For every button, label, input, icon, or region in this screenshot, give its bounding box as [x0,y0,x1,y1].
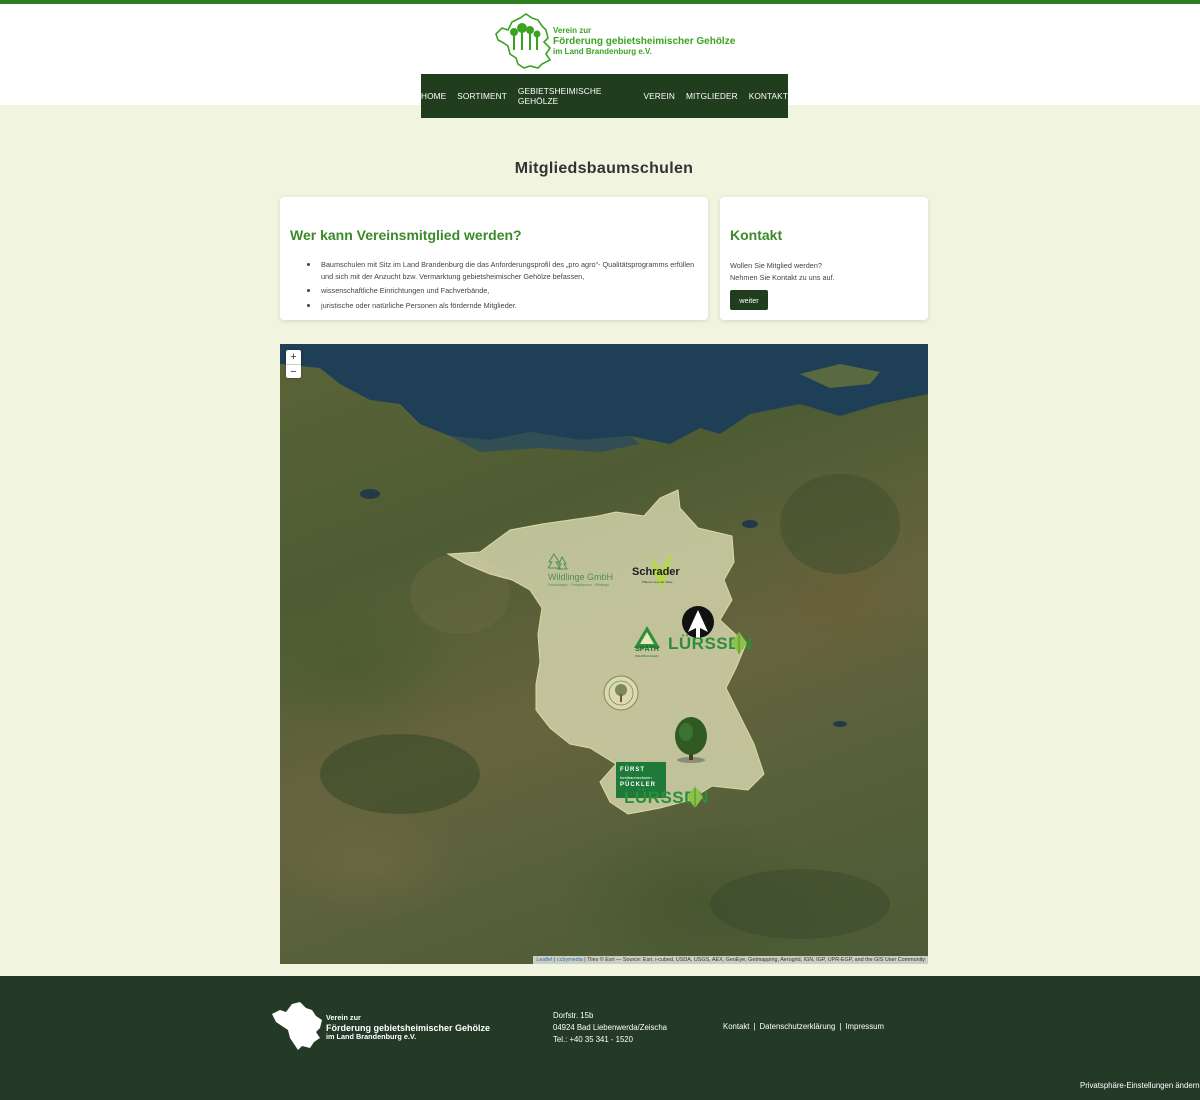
attribution-text: | Tiles © Esri — Source: Esri, i-cubed, … [584,957,925,963]
footer-logo-line-2: Förderung gebietsheimischer Gehölze [326,1022,491,1033]
zoom-control: + − [286,350,301,378]
page-title: Mitgliedsbaumschulen [514,160,694,177]
nav-verein[interactable]: VEREIN [644,91,676,101]
membership-heading: Wer kann Vereinsmitglied werden? [290,227,522,243]
marker-schrader[interactable]: Schrader Pflanzen aus der Natur [630,552,692,592]
main-nav: HOME SORTIMENT GEBIETSHEIMISCHE GEHÖLZE … [421,74,788,118]
fuerst-line-2: forstbaumschulen [620,775,652,780]
marker-tree[interactable] [672,716,710,764]
marker-luerssen-2[interactable]: LÜRSSEN [624,786,708,812]
schrader-name: Schrader [632,566,680,578]
ccbymedia-link[interactable]: ccbymedia [557,957,583,963]
privacy-settings-link[interactable]: Privatsphäre-Einstellungen ändern [1080,1081,1200,1090]
contact-card: Kontakt Wollen Sie Mitglied werden? Nehm… [720,197,928,320]
nav-home[interactable]: HOME [421,91,446,101]
trees-icon [548,553,568,570]
marker-wildlinge[interactable]: Wildlinge GmbH Forstsaatgut · Forstpflan… [546,552,618,592]
nav-kontakt[interactable]: KONTAKT [749,91,788,101]
footer: Verein zur Förderung gebietsheimischer G… [0,976,1200,1100]
list-item: Baumschulen mit Sitz im Land Brandenburg… [307,259,702,282]
satellite-terrain [280,344,928,939]
map-attribution: Leaflet | ccbymedia | Tiles © Esri — Sou… [533,956,928,964]
leaf-icon [687,786,703,808]
fuerst-line-1: FÜRST [620,767,645,773]
address-city: 04924 Bad Liebenwerda/Zeischa [553,1023,668,1032]
list-item: juristische oder natürliche Personen als… [307,300,702,312]
marker-seal[interactable] [602,674,640,712]
leaf-icon [731,632,747,654]
address-phone: Tel.: +40 35 341 - 1520 [553,1035,633,1044]
footer-link-datenschutz[interactable]: Datenschutzerklärung [759,1022,835,1031]
seal-icon [603,675,639,711]
logo-line-1: Verein zur [553,26,592,35]
footer-logo-line-3: im Land Brandenburg e.V. [326,1031,417,1041]
contact-text: Wollen Sie Mitglied werden? Nehmen Sie K… [730,260,835,283]
weiter-button[interactable]: weiter [730,290,768,310]
contact-heading: Kontakt [730,227,783,243]
tree-icon [675,717,707,763]
wildlinge-name: Wildlinge GmbH [548,572,614,582]
brandenburg-outline-icon [272,1002,322,1050]
separator: | [753,1022,756,1031]
members-map[interactable]: + − Wildlinge GmbH Forstsaatgut · Forstp… [280,344,928,964]
separator: | [839,1022,842,1031]
logo-line-2: Förderung gebietsheimischer Gehölze [553,35,736,47]
leaflet-link[interactable]: Leaflet [536,957,552,963]
footer-address: Dorfstr. 15b 04924 Bad Liebenwerda/Zeisc… [553,1010,667,1046]
brandenburg-outline-icon [495,13,552,69]
wildlinge-sub: Forstsaatgut · Forstpflanzen · Wildlinge [548,583,610,587]
zoom-in-button[interactable]: + [286,350,301,364]
contact-line-2: Nehmen Sie Kontakt zu uns auf. [730,272,835,282]
site-logo[interactable]: Verein zur Förderung gebietsheimischer G… [492,12,735,70]
footer-links: Kontakt | Datenschutzerklärung | Impressum [723,1022,884,1031]
marker-luerssen-1[interactable]: LÜRSSEN [668,632,752,658]
footer-link-impressum[interactable]: Impressum [845,1022,884,1031]
spaeth-sub: BAUMSCHULEN [635,654,659,658]
nav-mitglieder[interactable]: MITGLIEDER [686,91,738,101]
marker-spaeth[interactable]: SPÄTH BAUMSCHULEN [630,626,664,660]
footer-logo-text: Verein zur Förderung gebietsheimischer G… [326,1013,491,1041]
nav-gebietsheimische-gehoelze[interactable]: GEBIETSHEIMISCHE GEHÖLZE [518,86,633,106]
spaeth-name: SPÄTH [635,646,659,653]
membership-card: Wer kann Vereinsmitglied werden? Baumsch… [280,197,708,320]
address-street: Dorfstr. 15b [553,1011,594,1020]
zoom-out-button[interactable]: − [286,364,301,378]
footer-logo[interactable]: Verein zur Förderung gebietsheimischer G… [270,1000,490,1052]
footer-link-kontakt[interactable]: Kontakt [723,1022,749,1031]
contact-line-1: Wollen Sie Mitglied werden? [730,261,822,270]
schrader-sub: Pflanzen aus der Natur [642,580,673,584]
list-item: wissenschaftliche Einrichtungen und Fach… [307,285,702,297]
nav-sortiment[interactable]: SORTIMENT [457,91,507,101]
logo-text: Verein zur Förderung gebietsheimischer G… [553,26,735,56]
footer-logo-line-1: Verein zur [326,1013,361,1022]
logo-line-3: im Land Brandenburg e.V. [553,46,652,56]
membership-list: Baumschulen mit Sitz im Land Brandenburg… [307,259,702,314]
